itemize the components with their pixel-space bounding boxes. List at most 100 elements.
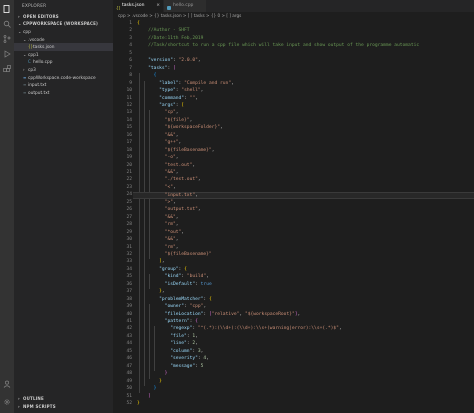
code-token: , — [231, 80, 234, 86]
code-line[interactable]: } — [137, 386, 157, 391]
accounts-icon[interactable] — [3, 380, 11, 388]
code-line[interactable]: }, — [137, 289, 165, 294]
code-line[interactable]: "&&", — [137, 237, 179, 242]
code-token: "type" — [159, 88, 176, 94]
code-line[interactable]: { — [137, 73, 157, 78]
code-line[interactable]: "label": "Compile and run", — [137, 81, 234, 86]
code-token: "<" — [164, 184, 173, 190]
outline-section[interactable]: › OUTLINE — [18, 396, 44, 401]
editor-tabs: {} tasks.json × hello.cpp — [113, 0, 474, 12]
code-line[interactable]: "group": { — [137, 267, 187, 272]
code-line[interactable]: "kind": "build", — [137, 274, 209, 279]
code-token: ">" — [164, 199, 173, 205]
code-line[interactable]: "owner": "cpp", — [137, 304, 207, 309]
line-number: 7 — [129, 65, 132, 71]
tree-file[interactable]: ≡ output.txt — [14, 89, 113, 97]
tree-file[interactable]: {}tasks.json — [14, 43, 113, 51]
code-line[interactable]: ] — [137, 394, 151, 399]
tree-folder[interactable]: › cp3 — [14, 66, 113, 74]
files-icon[interactable] — [3, 5, 11, 13]
breadcrumb[interactable]: cpp > .vscode > {} tasks.json > [ ] task… — [113, 12, 474, 20]
code-line[interactable]: "args": [ — [137, 103, 184, 108]
code-line[interactable]: } — [137, 371, 168, 376]
code-line[interactable]: "type": "shell", — [137, 88, 203, 93]
code-line[interactable]: "-o", — [137, 155, 179, 160]
tree-item-label: hello.cpp — [33, 60, 53, 66]
tab-tasks-json[interactable]: {} tasks.json × — [113, 0, 163, 12]
line-number: 16 — [126, 132, 132, 138]
tree-folder[interactable]: ⌄ cpp1 — [14, 51, 113, 59]
tree-folder[interactable]: ⌄ .vscode — [14, 36, 113, 44]
line-number: 14 — [126, 117, 132, 123]
line-number: 10 — [126, 88, 132, 94]
code-line[interactable]: "cp", — [137, 110, 179, 115]
npm-scripts-section[interactable]: › NPM SCRIPTS — [18, 404, 56, 409]
code-line[interactable] — [137, 51, 148, 56]
code-token: } — [137, 400, 140, 406]
code-line[interactable]: } — [137, 401, 140, 406]
code-line[interactable]: "problemMatcher": { — [137, 297, 212, 302]
code-line[interactable]: { — [137, 21, 140, 26]
code-line[interactable]: "${workspaceFolder}", — [137, 125, 223, 130]
tab-hello-cpp[interactable]: hello.cpp — [164, 0, 206, 12]
settings-gear-icon[interactable] — [3, 398, 11, 406]
code-line[interactable]: "${file}", — [137, 118, 193, 123]
code-line[interactable]: "&&", — [137, 215, 179, 220]
code-line[interactable]: "${fileBasename}" — [137, 252, 212, 257]
code-line[interactable]: //Date:11th Feb,2019 — [137, 36, 203, 41]
code-line[interactable]: "g++", — [137, 140, 182, 145]
run-debug-icon[interactable] — [3, 50, 11, 58]
code-line[interactable]: "regexp": "^(.*):(\\d+):(\\d+):\\s+(warn… — [137, 326, 342, 331]
workspace-section[interactable]: ⌄CPPWORKSPACE (WORKSPACE) — [18, 21, 98, 26]
code-editor[interactable]: 1 {2 //Author - SHFT 3 //Date:11th Feb,201… — [113, 20, 474, 413]
open-editors-section[interactable]: › OPEN EDITORS — [18, 14, 59, 19]
code-line[interactable]: "command": "", — [137, 96, 198, 101]
code-line[interactable]: "version": "2.0.0", — [137, 58, 201, 63]
search-icon[interactable] — [3, 20, 11, 28]
code-line[interactable]: "pattern": { — [137, 319, 198, 324]
code-line[interactable]: "output.txt", — [137, 207, 201, 212]
tree-file[interactable]: Chello.cpp — [14, 58, 113, 66]
tree-file[interactable]: ≡ input.txt — [14, 81, 113, 89]
code-token: , — [172, 199, 176, 205]
code-token: "${fileBasename}" — [164, 147, 212, 153]
tree-file[interactable]: ≡ cppWorkspace.code-workspace — [14, 74, 113, 82]
code-line[interactable]: //Task/shortcut to run a cpp file which … — [137, 43, 419, 48]
code-line[interactable]: "input.txt", — [133, 192, 474, 200]
code-line[interactable]: "isDefault": true — [137, 282, 212, 287]
code-line[interactable]: "test.out", — [137, 163, 195, 168]
close-icon[interactable]: × — [156, 0, 160, 12]
code-line[interactable]: "severity": 4, — [137, 356, 209, 361]
line-number: 3 — [129, 35, 132, 41]
code-line[interactable]: "./test.out", — [137, 177, 201, 182]
code-line[interactable]: "tasks": [ — [137, 66, 176, 71]
extensions-icon[interactable] — [3, 65, 11, 73]
code-line[interactable]: "message": 5 — [137, 364, 203, 369]
line-number: 28 — [126, 222, 132, 228]
code-line[interactable]: "${fileBasename}", — [137, 147, 215, 153]
code-line[interactable]: "line": 2, — [137, 341, 198, 346]
code-line[interactable]: ">", — [137, 200, 176, 205]
code-token: "group" — [159, 266, 179, 272]
code-token: , — [161, 289, 165, 295]
tree-folder[interactable]: ⌄ cpp — [14, 28, 113, 36]
code-line[interactable]: "rm", — [137, 245, 179, 250]
code-line[interactable]: "fileLocation": ["relative", "${workspac… — [137, 312, 301, 317]
code-line[interactable]: "&&", — [137, 170, 179, 175]
code-line[interactable]: "&&", — [137, 133, 179, 138]
code-line[interactable]: } — [137, 379, 162, 384]
source-control-icon[interactable] — [3, 35, 11, 43]
code-line[interactable]: ], — [137, 259, 165, 264]
code-line[interactable]: "<", — [137, 185, 176, 190]
code-token: "${fileBasename}" — [164, 251, 212, 257]
code-line[interactable]: //Author - SHFT — [137, 28, 190, 33]
code-token: , — [161, 259, 165, 265]
code-line[interactable]: "file": 1, — [137, 334, 198, 339]
code-line[interactable]: "column": 3, — [137, 349, 203, 354]
code-line[interactable]: "*out", — [137, 230, 184, 235]
line-number: 39 — [126, 304, 132, 310]
code-line[interactable]: "rm", — [137, 222, 179, 227]
